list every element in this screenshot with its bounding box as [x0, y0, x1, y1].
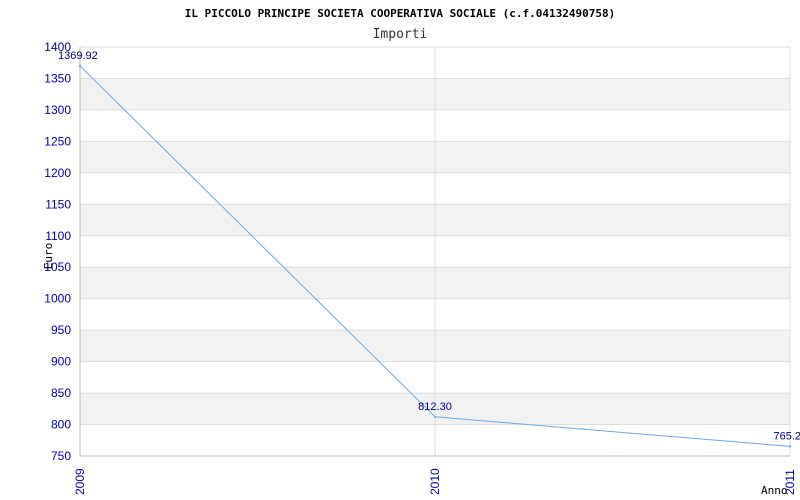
line-chart: IL PICCOLO PRINCIPE SOCIETA COOPERATIVA … — [42, 7, 800, 497]
y-axis-label: Euro — [42, 243, 55, 270]
y-tick-label: 1250 — [44, 134, 71, 148]
x-axis-label: Anno — [761, 484, 788, 497]
y-tick-label: 800 — [51, 418, 71, 432]
data-label: 765.2 — [773, 430, 800, 442]
y-tick-label: 1100 — [45, 229, 71, 243]
y-tick-label: 1000 — [44, 292, 71, 306]
x-tick-labels: 2009 2010 2011 — [73, 468, 797, 495]
data-point — [433, 415, 437, 418]
x-tick-label: 2009 — [73, 468, 87, 495]
y-tick-label: 1350 — [44, 71, 71, 85]
y-tick-label: 1200 — [44, 166, 71, 180]
data-label: 812.30 — [418, 401, 452, 413]
chart-subtitle: Importi — [373, 27, 428, 42]
y-tick-label: 850 — [51, 386, 71, 400]
chart-title: IL PICCOLO PRINCIPE SOCIETA COOPERATIVA … — [185, 7, 615, 20]
y-tick-label: 1150 — [45, 197, 71, 211]
y-tick-label: 900 — [51, 355, 71, 369]
data-point — [788, 445, 792, 448]
data-point — [78, 64, 82, 68]
y-tick-label: 950 — [51, 323, 71, 337]
y-tick-label: 750 — [51, 449, 71, 463]
y-tick-label: 1300 — [44, 103, 71, 117]
data-label: 1369.92 — [58, 50, 98, 62]
x-tick-label: 2010 — [428, 468, 442, 495]
